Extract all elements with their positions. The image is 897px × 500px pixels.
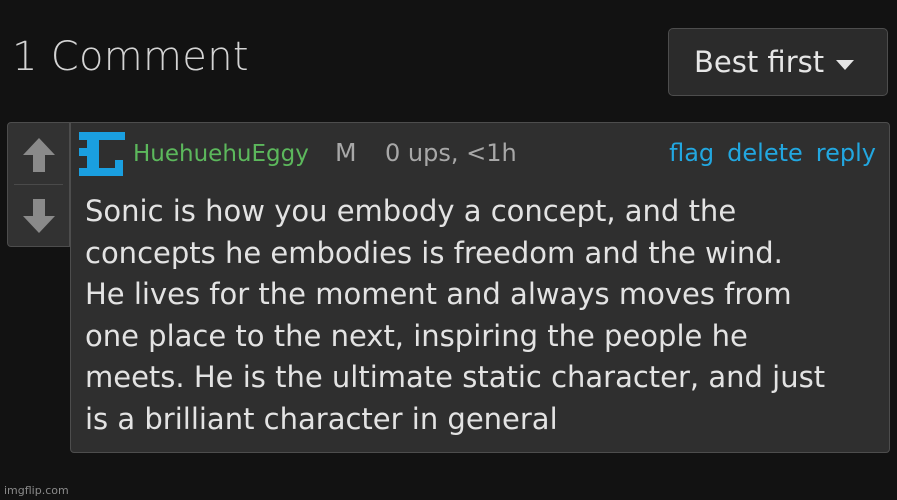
caret-down-icon — [836, 60, 855, 70]
comment-actions: flag delete reply — [669, 139, 876, 167]
delete-link[interactable]: delete — [727, 139, 803, 167]
upvote-button[interactable] — [8, 125, 69, 185]
vote-panel — [7, 122, 70, 247]
vote-divider — [14, 184, 63, 185]
comment-body: Sonic is how you embody a concept, and t… — [85, 194, 826, 436]
comment-card: HuehuehuEggy M 0 ups, <1h flag delete re… — [70, 122, 890, 453]
arrow-down-icon — [22, 199, 55, 233]
comment-meta: 0 ups, <1h — [385, 139, 517, 167]
sort-dropdown[interactable]: Best first — [668, 28, 888, 96]
user-gender-badge: M — [335, 138, 357, 167]
downvote-button[interactable] — [8, 186, 69, 246]
comments-page: 1 Comment Best first HuehuehuEggy M 0 up… — [0, 0, 897, 500]
avatar-icon[interactable] — [77, 130, 127, 180]
comments-count-heading: 1 Comment — [12, 34, 249, 80]
reply-link[interactable]: reply — [816, 139, 876, 167]
arrow-up-icon — [22, 138, 55, 172]
imgflip-watermark: imgflip.com — [4, 484, 69, 497]
comment-author-link[interactable]: HuehuehuEggy — [133, 141, 309, 167]
flag-link[interactable]: flag — [669, 139, 714, 167]
sort-dropdown-label: Best first — [694, 45, 825, 79]
